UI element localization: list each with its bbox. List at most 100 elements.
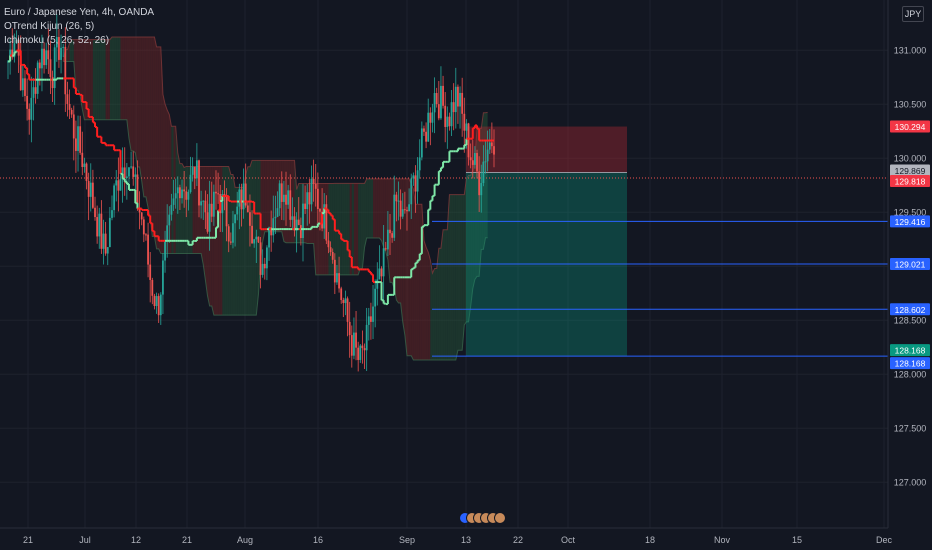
event-markers[interactable] bbox=[459, 512, 506, 524]
candle-body bbox=[433, 93, 436, 113]
event-marker-icon[interactable] bbox=[494, 512, 506, 524]
cloud-segment bbox=[358, 183, 361, 275]
candle-body bbox=[457, 86, 459, 107]
candle-body bbox=[100, 213, 103, 249]
candle-body bbox=[346, 298, 349, 322]
cloud-segment bbox=[88, 39, 91, 120]
candle-body bbox=[391, 233, 394, 238]
candle-body bbox=[327, 240, 330, 248]
price-axis[interactable]: 131.000130.500130.000129.500129.000128.5… bbox=[887, 0, 932, 550]
candle-body bbox=[374, 288, 377, 307]
candle-body bbox=[238, 189, 241, 207]
candle-body bbox=[104, 233, 107, 254]
price-chart[interactable]: 131.000130.500130.000129.500129.000128.5… bbox=[0, 0, 932, 550]
cloud-segment bbox=[150, 37, 153, 237]
candle-body bbox=[380, 268, 383, 277]
candle-body bbox=[204, 200, 207, 213]
candle-body bbox=[64, 46, 67, 95]
candle-body bbox=[106, 247, 109, 254]
cloud-segment bbox=[377, 178, 380, 239]
candle-body bbox=[461, 92, 464, 114]
indicator-ichimoku[interactable]: Ichimoku (5, 26, 52, 26) bbox=[4, 34, 154, 48]
candle-body bbox=[389, 229, 391, 234]
candle-body bbox=[452, 102, 455, 113]
candle-body bbox=[215, 191, 217, 194]
candle-body bbox=[255, 236, 258, 240]
candle-body bbox=[342, 299, 345, 304]
x-tick-label: Oct bbox=[561, 535, 576, 545]
candle-body bbox=[191, 166, 194, 175]
candle-body bbox=[47, 50, 50, 60]
x-tick-label: 18 bbox=[645, 535, 655, 545]
entry-price-label: 129.869 bbox=[895, 166, 926, 176]
cloud-segment bbox=[97, 39, 100, 120]
candle-body bbox=[34, 87, 37, 94]
candle-body bbox=[401, 209, 404, 217]
indicator-otrend-kijun[interactable]: OTrend Kijun (26, 5) bbox=[4, 20, 154, 34]
candle-body bbox=[272, 218, 275, 236]
candle-body bbox=[147, 234, 149, 265]
candle-body bbox=[72, 114, 75, 139]
candle-body bbox=[490, 142, 493, 147]
candle-body bbox=[28, 108, 31, 120]
candle-body bbox=[331, 251, 334, 260]
candle-body bbox=[77, 126, 79, 151]
x-tick-label: 13 bbox=[461, 535, 471, 545]
candle-body bbox=[412, 175, 415, 179]
cloud-segment bbox=[156, 46, 159, 249]
candle-body bbox=[115, 180, 118, 186]
candle-body bbox=[378, 268, 381, 280]
candle-body bbox=[164, 241, 166, 261]
candle-body bbox=[395, 194, 398, 202]
candle-body bbox=[53, 47, 56, 89]
candle-body bbox=[266, 247, 268, 269]
candle-body bbox=[249, 212, 251, 226]
cloud-segment bbox=[428, 251, 431, 360]
price-axis-bg bbox=[888, 0, 932, 550]
candle-body bbox=[450, 102, 453, 127]
cloud-segment bbox=[423, 240, 427, 360]
cloud-segment bbox=[341, 183, 344, 275]
candle-body bbox=[102, 233, 105, 249]
cloud-segment bbox=[137, 37, 140, 167]
candle-body bbox=[350, 335, 353, 356]
cloud-segment bbox=[107, 39, 110, 120]
candle-body bbox=[397, 200, 400, 202]
candle-body bbox=[130, 166, 132, 168]
cloud-segment bbox=[109, 37, 112, 120]
candle-body bbox=[372, 306, 374, 322]
stop-price-label: 130.294 bbox=[895, 122, 926, 132]
time-axis[interactable]: 21 Jul 12 21 Aug 16 Sep 13 22 Oct 18 Nov 15 Dec bbox=[0, 527, 892, 545]
candle-body bbox=[393, 194, 396, 238]
candle-body bbox=[276, 208, 279, 217]
currency-badge[interactable]: JPY bbox=[902, 6, 924, 22]
candle-body bbox=[187, 191, 190, 200]
cloud-segment bbox=[345, 183, 348, 275]
candle-body bbox=[68, 103, 71, 110]
candle-body bbox=[338, 273, 340, 289]
y-tick-label: 128.500 bbox=[894, 315, 927, 325]
candle-body bbox=[429, 112, 432, 123]
candle-body bbox=[212, 191, 215, 217]
candle-body bbox=[469, 157, 472, 161]
candle-body bbox=[125, 176, 128, 178]
cloud-segment bbox=[78, 39, 81, 96]
candle-body bbox=[108, 217, 111, 248]
candle-body bbox=[329, 247, 332, 252]
candle-body bbox=[348, 321, 351, 336]
cloud-segment bbox=[145, 37, 149, 208]
x-tick-label: Jul bbox=[79, 535, 91, 545]
candle-body bbox=[363, 348, 366, 351]
candle-body bbox=[382, 248, 385, 277]
cloud-segment bbox=[347, 183, 350, 275]
candle-body bbox=[355, 332, 357, 348]
symbol-title[interactable]: Euro / Japanese Yen, 4h, OANDA bbox=[4, 6, 154, 20]
candle-body bbox=[467, 123, 470, 158]
candle-body bbox=[217, 193, 220, 195]
candle-body bbox=[149, 264, 152, 280]
candle-body bbox=[285, 194, 287, 205]
cloud-segment bbox=[139, 37, 142, 181]
candle-body bbox=[145, 234, 147, 236]
cloud-segment bbox=[373, 178, 376, 239]
candle-body bbox=[476, 153, 478, 172]
